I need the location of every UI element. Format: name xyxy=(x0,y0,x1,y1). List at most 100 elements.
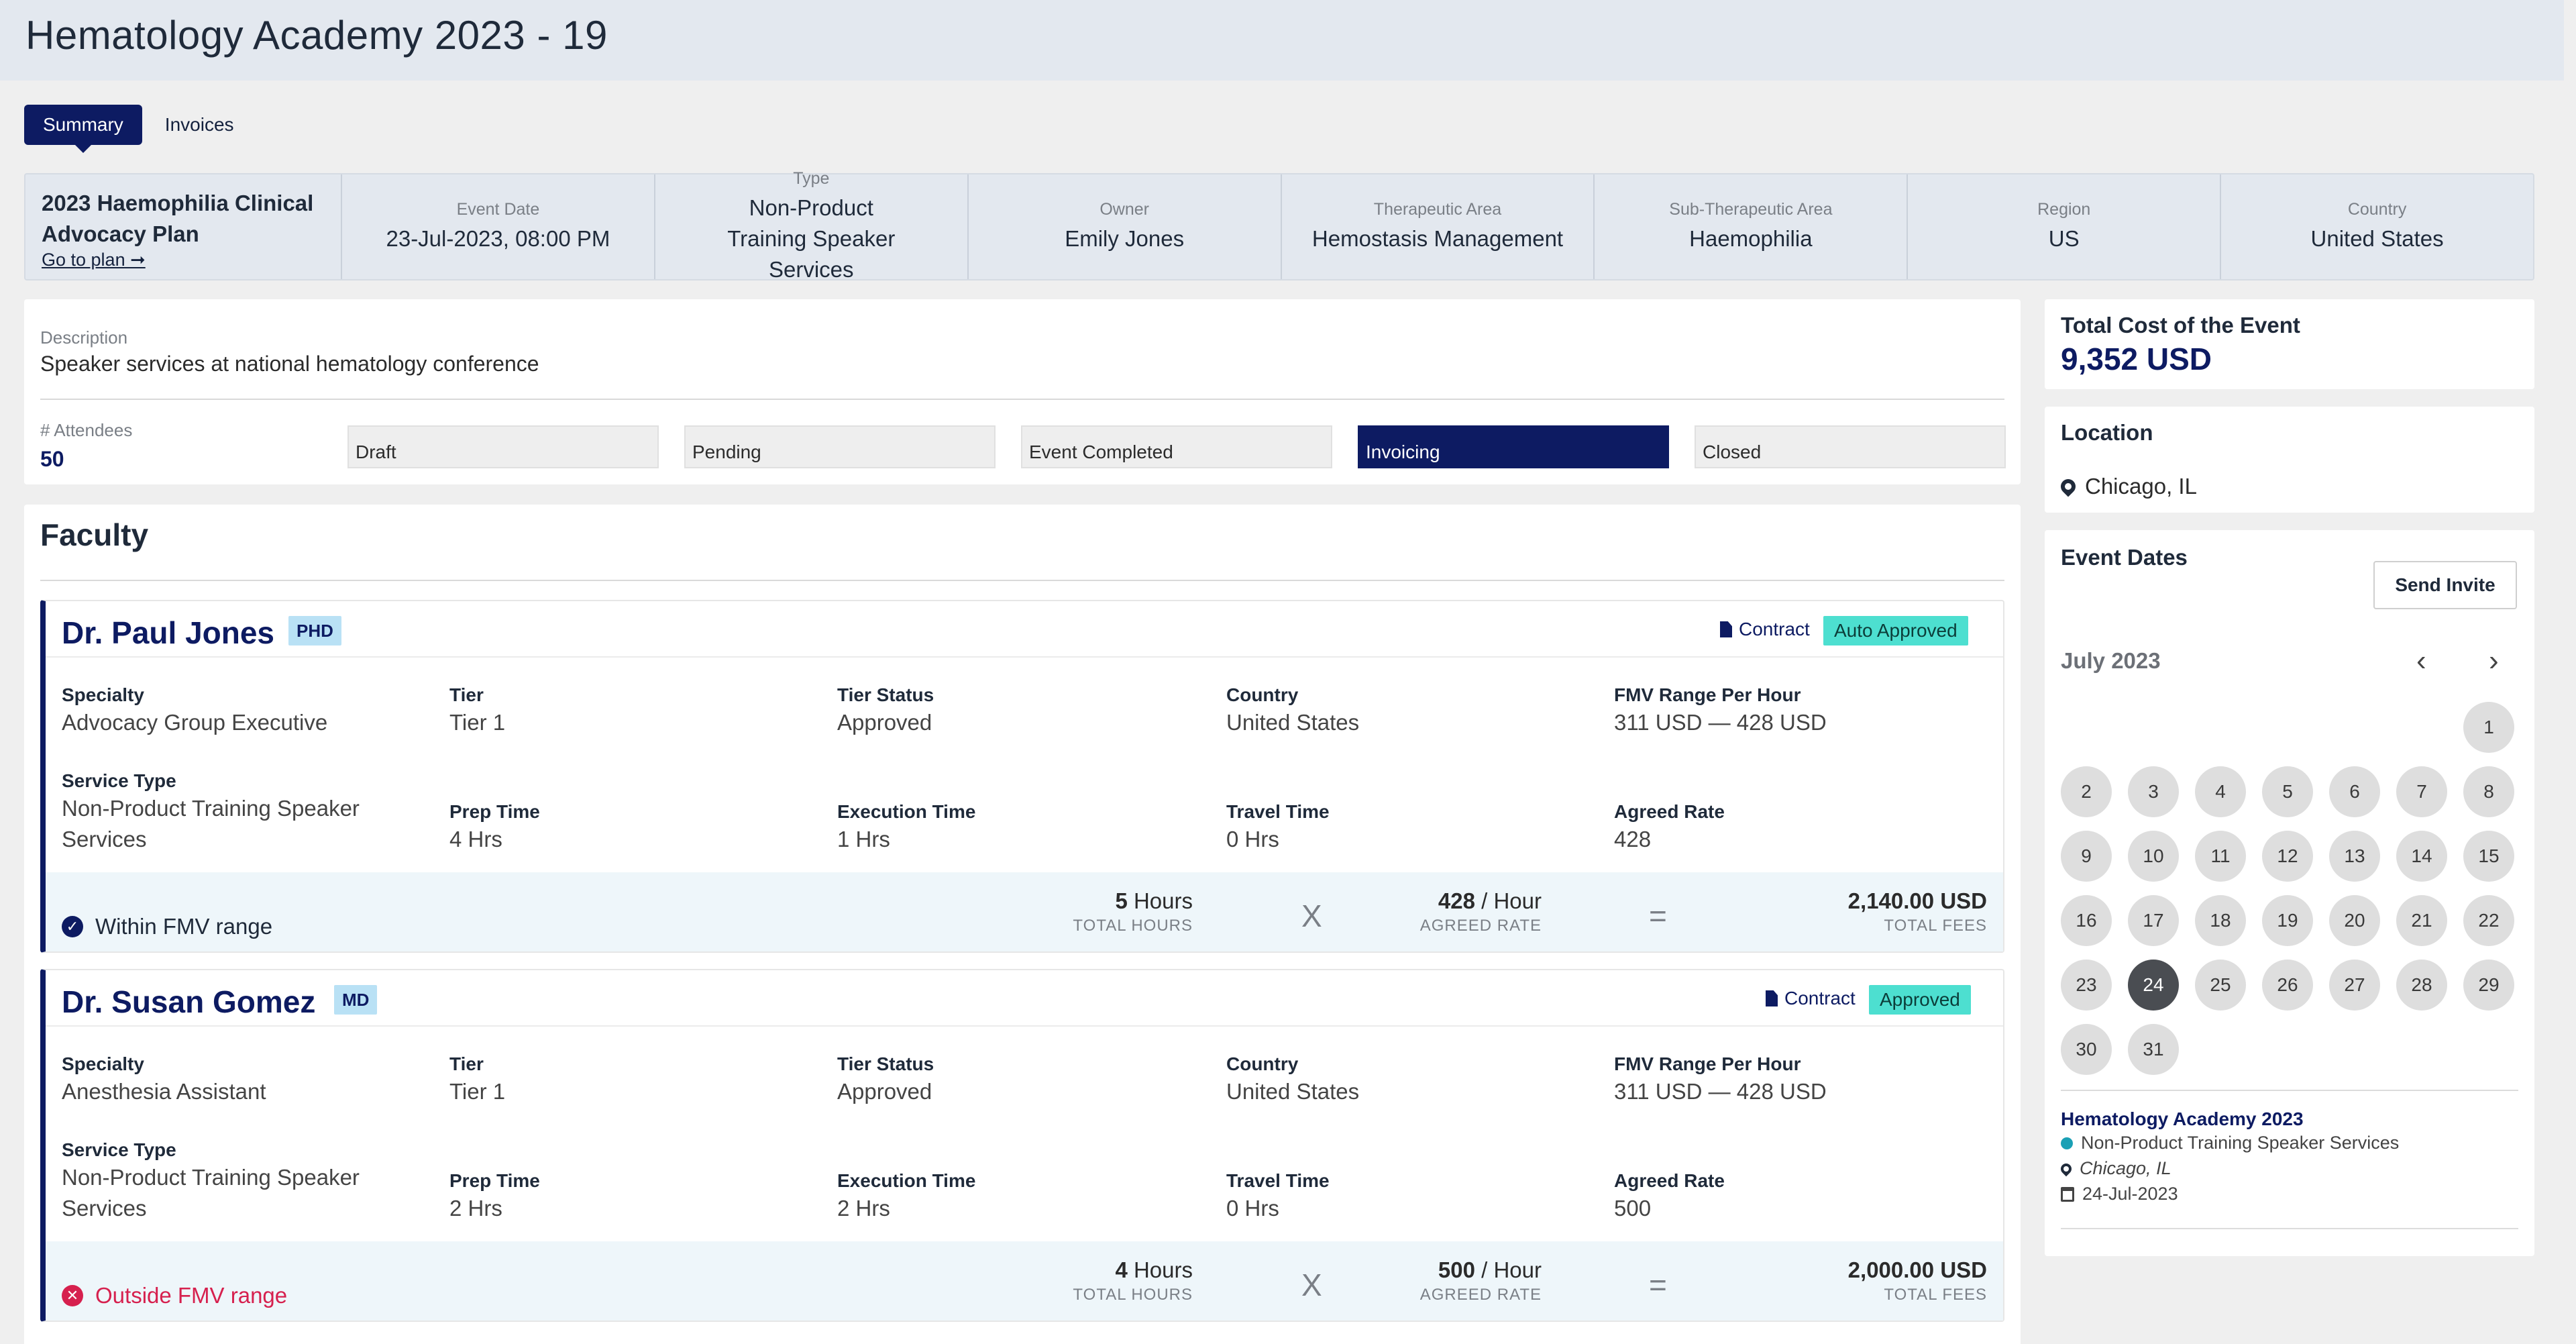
country-value: United States xyxy=(1226,710,1360,735)
calendar-day[interactable]: 5 xyxy=(2262,766,2313,817)
contract-link[interactable]: Contract xyxy=(1766,988,1856,1009)
fmv-range-value: 311 USD — 428 USD xyxy=(1614,710,1827,735)
tier-value: Tier 1 xyxy=(449,710,506,735)
agreed-rate-calc: 500 / Hour AGREED RATE xyxy=(1420,1257,1542,1304)
travel-time-label: Travel Time xyxy=(1226,801,1330,822)
calendar-day[interactable]: 6 xyxy=(2329,766,2380,817)
event-summary-bar: 2023 Haemophilia Clinical Advocacy Plan … xyxy=(24,169,2534,282)
tab-bar: Summary Invoices xyxy=(24,105,253,153)
calendar-day[interactable]: 28 xyxy=(2396,960,2447,1011)
calendar-day[interactable]: 19 xyxy=(2262,895,2313,946)
prep-time-label: Prep Time xyxy=(449,801,540,822)
total-hours-label: TOTAL HOURS xyxy=(1073,917,1193,935)
agreed-rate-sub-label: AGREED RATE xyxy=(1419,917,1542,935)
total-hours: 5 Hours TOTAL HOURS xyxy=(1073,888,1193,935)
stage-event-completed: Event Completed xyxy=(1021,425,1332,468)
member-name[interactable]: Dr. Susan Gomez xyxy=(62,984,315,1020)
calendar-day[interactable]: 12 xyxy=(2262,831,2313,882)
calendar-day[interactable]: 7 xyxy=(2396,766,2447,817)
calendar-day[interactable]: 25 xyxy=(2195,960,2246,1011)
calendar-day[interactable]: 3 xyxy=(2128,766,2179,817)
tier-status-value: Approved xyxy=(837,1079,932,1104)
total-cost-card: Total Cost of the Event 9,352 USD xyxy=(2045,299,2534,389)
calendar-day[interactable]: 9 xyxy=(2061,831,2112,882)
go-to-plan-link[interactable]: Go to plan ➞ xyxy=(42,250,146,270)
event-title[interactable]: Hematology Academy 2023 xyxy=(2061,1108,2304,1130)
tier-status-label: Tier Status xyxy=(837,1053,934,1074)
calendar-day[interactable]: 20 xyxy=(2329,895,2380,946)
calendar-day[interactable]: 14 xyxy=(2396,831,2447,882)
event-date: 24-Jul-2023 xyxy=(2082,1184,2178,1204)
agreed-rate-calc: 428 / Hour AGREED RATE xyxy=(1420,888,1542,935)
map-pin-icon xyxy=(2057,476,2079,497)
hours-unit: Hours xyxy=(1133,1257,1193,1282)
summary-label: Sub-Therapeutic Area xyxy=(1669,199,1833,219)
summary-event-date: Event Date 23-Jul-2023, 08:00 PM xyxy=(342,174,655,279)
tab-invoices[interactable]: Invoices xyxy=(146,105,253,145)
calendar-day[interactable]: 13 xyxy=(2329,831,2380,882)
summary-value: Hemostasis Management xyxy=(1311,225,1564,251)
error-circle-icon: ✕ xyxy=(62,1285,83,1306)
calendar-day[interactable]: 17 xyxy=(2128,895,2179,946)
specialty-label: Specialty xyxy=(62,1053,144,1074)
agreed-rate-label: Agreed Rate xyxy=(1614,801,1725,822)
calendar-day[interactable]: 1 xyxy=(2463,702,2514,753)
contract-link[interactable]: Contract xyxy=(1720,619,1810,640)
event-location-row: Chicago, IL xyxy=(2058,1158,2171,1179)
map-pin-icon xyxy=(2058,1161,2074,1176)
document-icon xyxy=(1720,621,1732,637)
send-invite-button[interactable]: Send Invite xyxy=(2373,561,2517,609)
member-name[interactable]: Dr. Paul Jones xyxy=(62,615,274,651)
fmv-status: ✓ Within FMV range xyxy=(62,914,272,939)
description-label: Description xyxy=(40,327,128,348)
calendar-day[interactable]: 16 xyxy=(2061,895,2112,946)
total-fees-value: 2,140.00 xyxy=(1847,888,1935,913)
summary-label: Owner xyxy=(1099,199,1149,219)
chevron-right-icon[interactable]: › xyxy=(2489,644,2499,678)
plan-cell: 2023 Haemophilia Clinical Advocacy Plan … xyxy=(25,174,342,279)
calendar-day[interactable]: 2 xyxy=(2061,766,2112,817)
calendar-day[interactable]: 23 xyxy=(2061,960,2112,1011)
location-row: Chicago, IL xyxy=(2057,474,2197,499)
country-label: Country xyxy=(1226,1053,1299,1074)
member-header: Dr. Paul Jones PHD Contract Auto Approve… xyxy=(46,601,2003,658)
country-label: Country xyxy=(1226,684,1299,705)
total-fees-label: TOTAL FEES xyxy=(1884,917,1987,935)
calendar-day[interactable]: 24 xyxy=(2128,960,2179,1011)
calendar-day[interactable]: 15 xyxy=(2463,831,2514,882)
calendar-day[interactable]: 30 xyxy=(2061,1024,2112,1075)
total-hours-value: 5 xyxy=(1115,888,1128,913)
summary-country: Country United States xyxy=(2221,174,2533,279)
calendar-day[interactable]: 4 xyxy=(2195,766,2246,817)
agreed-rate-value: 500 xyxy=(1614,1196,1652,1221)
specialty-label: Specialty xyxy=(62,684,144,705)
calendar-day[interactable]: 18 xyxy=(2195,895,2246,946)
specialty-value: Advocacy Group Executive xyxy=(62,710,328,735)
calendar-month: July 2023 xyxy=(2061,648,2161,673)
chevron-left-icon[interactable]: ‹ xyxy=(2416,644,2426,678)
service-type-value: Non-Product Training Speaker Services xyxy=(62,1165,360,1221)
location-value: Chicago, IL xyxy=(2085,474,2197,499)
prep-time-value: 4 Hrs xyxy=(449,827,502,851)
stage-closed: Closed xyxy=(1695,425,2006,468)
calendar-day[interactable]: 29 xyxy=(2463,960,2514,1011)
tab-summary[interactable]: Summary xyxy=(24,105,142,153)
currency: USD xyxy=(1940,888,1987,913)
stage-pending: Pending xyxy=(684,425,996,468)
calendar-day[interactable]: 21 xyxy=(2396,895,2447,946)
description-text: Speaker services at national hematology … xyxy=(40,352,539,376)
stage-draft: Draft xyxy=(347,425,659,468)
calendar-day[interactable]: 31 xyxy=(2128,1024,2179,1075)
multiply-icon: X xyxy=(1301,1268,1322,1302)
calendar-day[interactable]: 11 xyxy=(2195,831,2246,882)
summary-value: 23-Jul-2023, 08:00 PM xyxy=(386,225,610,251)
calendar-day[interactable]: 10 xyxy=(2128,831,2179,882)
calendar-day[interactable]: 26 xyxy=(2262,960,2313,1011)
calendar-day[interactable]: 8 xyxy=(2463,766,2514,817)
calendar-day[interactable]: 27 xyxy=(2329,960,2380,1011)
prep-time-label: Prep Time xyxy=(449,1170,540,1191)
calendar-day[interactable]: 22 xyxy=(2463,895,2514,946)
total-fees: 2,140.00 USD TOTAL FEES xyxy=(1848,888,1987,935)
total-fees-value: 2,000.00 xyxy=(1847,1257,1935,1282)
tier-status-label: Tier Status xyxy=(837,684,934,705)
